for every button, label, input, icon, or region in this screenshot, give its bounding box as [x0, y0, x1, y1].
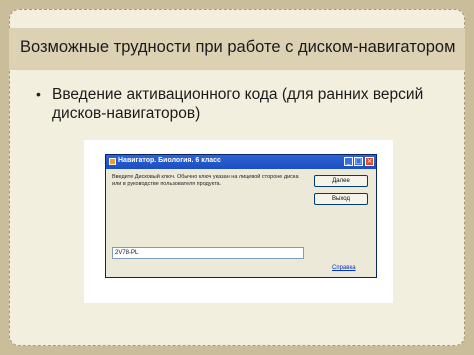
dialog-title: Навигатор. Биология. 6 класс	[118, 157, 221, 164]
dialog-message: Введите Дисковый ключ. Обычно ключ указа…	[112, 174, 299, 187]
maximize-button[interactable]: □	[354, 157, 363, 166]
slide-title: Возможные трудности при работе с диском-…	[20, 38, 456, 56]
activation-code-input[interactable]: 2V78-PL	[112, 247, 304, 259]
activation-dialog: Навигатор. Биология. 6 класс _ □ × Введи…	[105, 154, 377, 278]
help-link[interactable]: Справка	[332, 265, 356, 271]
app-icon	[109, 158, 116, 165]
bullet-marker: •	[36, 86, 41, 102]
minimize-button[interactable]: _	[344, 157, 353, 166]
next-button[interactable]: Далее	[314, 175, 368, 187]
close-button[interactable]: ×	[365, 157, 374, 166]
exit-button[interactable]: Выход	[314, 193, 368, 205]
bullet-text: Введение активационного кода (для ранних…	[52, 86, 424, 122]
dialog-titlebar[interactable]: Навигатор. Биология. 6 класс _ □ ×	[106, 155, 376, 169]
